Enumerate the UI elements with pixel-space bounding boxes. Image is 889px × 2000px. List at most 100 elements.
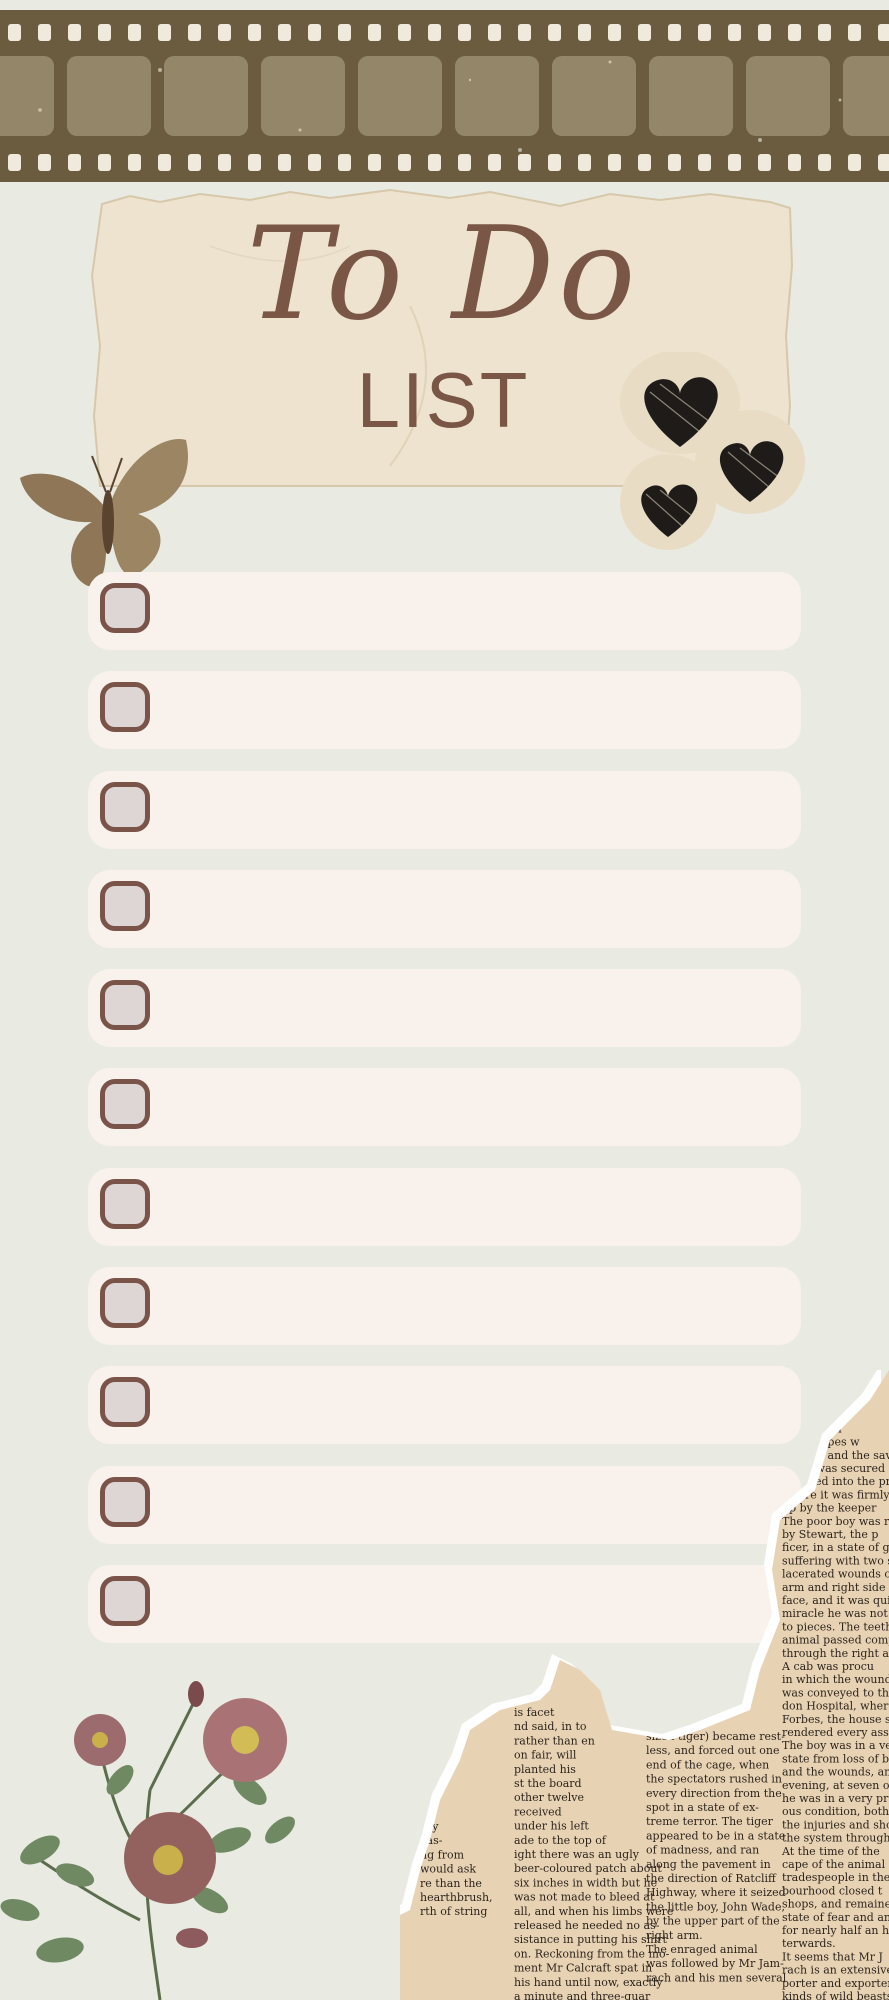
checkbox[interactable] — [100, 1377, 150, 1428]
newspaper-line: lacerated wounds on — [782, 1568, 889, 1581]
newspaper-line: don Hospital, where — [782, 1700, 889, 1713]
newspaper-line: received — [514, 1805, 562, 1818]
film-strip-decoration — [0, 10, 889, 182]
newspaper-line: caused it — [782, 1409, 833, 1422]
newspaper-line: is facet — [514, 1706, 555, 1719]
newspaper-line: state from loss of bl — [782, 1752, 889, 1765]
newspaper-line: The boy was in a very — [782, 1739, 889, 1752]
newspaper-line: evening, at seven o'c — [782, 1779, 889, 1792]
butterfly-decoration — [20, 438, 188, 587]
newspaper-line: his hand until now, exactly — [514, 1976, 663, 1989]
newspaper-line: beer-coloured patch about — [514, 1862, 662, 1875]
newspaper-line: six inches in width but he — [514, 1876, 657, 1889]
newspaper-line: state of fear and anx — [782, 1911, 889, 1924]
todo-text-field[interactable] — [172, 870, 781, 948]
title-script: To Do — [246, 200, 640, 349]
newspaper-line: all, and when his limbs were — [514, 1905, 673, 1918]
todo-text-field[interactable] — [172, 572, 781, 650]
todo-text-field[interactable] — [172, 969, 781, 1047]
newspaper-line: porter and exporter of — [782, 1977, 889, 1990]
newspaper-line: the injuries and shock — [782, 1818, 889, 1831]
newspaper-line: the direction of Ratcliff — [646, 1872, 777, 1885]
todo-row[interactable] — [88, 1167, 801, 1246]
newspaper-line: ecured, and the sav — [782, 1449, 889, 1462]
checkbox[interactable] — [100, 880, 150, 931]
newspaper-line: under his left — [514, 1820, 589, 1833]
checkbox[interactable] — [100, 1476, 150, 1527]
todo-row[interactable] — [88, 1068, 801, 1147]
todo-text-field[interactable] — [172, 671, 781, 749]
newspaper-line: the spectators rushed in — [646, 1773, 782, 1786]
newspaper-line: cape of the animal — [782, 1858, 886, 1871]
checkbox[interactable] — [100, 1079, 150, 1130]
newspaper-line: rach is an extensive — [782, 1964, 889, 1977]
checkbox[interactable] — [100, 1278, 150, 1329]
todo-text-field[interactable] — [172, 1068, 781, 1146]
newspaper-line: every direction from the — [646, 1787, 782, 1800]
newspaper-line: Forbes, the house surge — [782, 1713, 889, 1726]
newspaper-line: A cab was procu — [781, 1660, 874, 1673]
newspaper-line: ight there was an ugly — [514, 1848, 640, 1861]
newspaper-line: rth of string — [420, 1905, 487, 1918]
newspaper-line: planted his — [514, 1763, 576, 1776]
newspaper-line: end of the cage, when — [646, 1758, 769, 1771]
newspaper-line: rendered every assista — [782, 1726, 889, 1739]
todo-text-field[interactable] — [172, 771, 781, 849]
newspaper-clipping: e stockcaused itits hold. Inwhile ropes … — [400, 1370, 889, 2000]
newspaper-line: ade to the top of — [514, 1834, 607, 1847]
newspaper-line: dragged into the premi — [782, 1475, 889, 1488]
todo-row[interactable] — [88, 869, 801, 948]
newspaper-line: of madness, and ran — [646, 1844, 759, 1857]
newspaper-line: Highway, where it seized — [646, 1886, 786, 1899]
newspaper-line: re than the — [420, 1877, 482, 1890]
newspaper-line: animal passed comple — [782, 1634, 889, 1647]
newspaper-line: At the time of the — [781, 1845, 880, 1858]
checkbox[interactable] — [100, 682, 150, 733]
newspaper-line: and the wounds, and — [782, 1766, 889, 1779]
newspaper-line: e stock — [782, 1396, 822, 1409]
newspaper-line: in which the wounded — [782, 1673, 889, 1686]
newspaper-line: miracle he was not t — [782, 1607, 889, 1620]
newspaper-line: through the right arm. — [782, 1647, 889, 1660]
newspaper-line: shops, and remained — [782, 1898, 889, 1911]
newspaper-line: other twelve — [514, 1791, 584, 1804]
checkbox[interactable] — [100, 781, 150, 832]
newspaper-line: on fair, will — [514, 1749, 577, 1762]
newspaper-line: on. Reckoning from the mo- — [514, 1947, 670, 1960]
newspaper-line: rach and his men several — [646, 1971, 787, 1984]
newspaper-line: for nearly half an hou — [782, 1924, 889, 1937]
newspaper-line: a minute and three-quar — [514, 1990, 651, 2000]
todo-row[interactable] — [88, 770, 801, 849]
newspaper-line: released he needed no as- — [514, 1919, 660, 1932]
newspaper-line: was conveyed to the L — [782, 1686, 889, 1699]
todo-row[interactable] — [88, 671, 801, 750]
newspaper-line: arm and right side of — [782, 1581, 889, 1594]
newspaper-line: was not made to bleed at — [514, 1891, 655, 1904]
newspaper-line: rather than en — [514, 1734, 595, 1747]
newspaper-line: bourhood closed t — [782, 1884, 883, 1897]
newspaper-line: less, and forced out one — [646, 1744, 780, 1757]
newspaper-line: The poor boy was ra — [782, 1515, 889, 1528]
newspaper-line: the system through fig — [782, 1832, 889, 1845]
todo-row[interactable] — [88, 572, 801, 650]
checkbox[interactable] — [100, 1575, 150, 1626]
svg-text:e stockcaused itits hold. Inwh: e stockcaused itits hold. Inwhile ropes … — [781, 1396, 889, 2000]
checkbox[interactable] — [100, 1178, 150, 1229]
newspaper-line: ous condition, both f — [782, 1805, 889, 1818]
newspaper-line: face, and it was quit — [782, 1594, 889, 1607]
todo-text-field[interactable] — [172, 1168, 781, 1246]
newspaper-line: ficer, in a state of g — [782, 1541, 889, 1554]
todo-row[interactable] — [88, 969, 801, 1048]
todo-text-field[interactable] — [172, 1267, 781, 1345]
newspaper-line: would ask — [420, 1863, 476, 1876]
newspaper-line: he was in a very pre — [782, 1792, 889, 1805]
newspaper-line: tradespeople in the ne — [782, 1871, 889, 1884]
newspaper-line: by Stewart, the p — [782, 1528, 878, 1541]
checkbox[interactable] — [100, 583, 150, 633]
todo-row[interactable] — [88, 1267, 801, 1346]
newspaper-line: to pieces. The teeth of — [782, 1620, 889, 1633]
newspaper-line: It seems that Mr J — [782, 1950, 883, 1963]
newspaper-line: along the pavement in — [646, 1858, 771, 1871]
hearts-sticker — [620, 352, 805, 550]
checkbox[interactable] — [100, 980, 150, 1031]
